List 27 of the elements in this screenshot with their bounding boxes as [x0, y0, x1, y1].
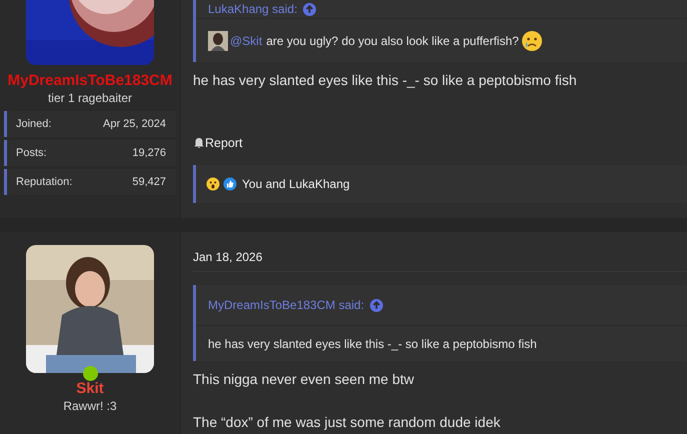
crying-face-icon [520, 30, 543, 52]
username[interactable]: Skit [76, 379, 104, 398]
user-title: Rawwr! :3 [63, 398, 117, 414]
reaction-summary-link[interactable]: You and LukaKhang [242, 174, 350, 193]
quote-author-link[interactable]: LukaKhang said: [208, 0, 298, 18]
post-text: he has very slanted eyes like this -_- so like a peptobismo fish [193, 71, 578, 90]
post-date[interactable]: Jan 18, 2026 [193, 248, 262, 266]
stat-label: Joined: [16, 116, 52, 132]
quote-text: are you ugly? do you also look like a pufferfish? [266, 32, 519, 50]
arrow-up-icon[interactable] [303, 2, 316, 16]
stat-value: 19,276 [132, 146, 166, 161]
bell-icon [193, 137, 205, 150]
stat-label: Reputation: [16, 174, 72, 190]
quote-text: he has very slanted eyes like this -_- so like a peptobismo fish [208, 336, 537, 352]
surprised-face-icon [206, 176, 220, 191]
arrow-up-icon[interactable] [370, 298, 384, 312]
user-title: tier 1 ragebaiter [48, 90, 132, 106]
username[interactable]: MyDreamIsToBe183CM [8, 71, 172, 90]
thumbs-up-icon [223, 176, 237, 191]
stat-value: Apr 25, 2024 [103, 116, 166, 132]
post-text: This nigga never even seen me btw [193, 370, 416, 389]
stat-value: 59,427 [132, 174, 166, 190]
post-text: The “dox” of me was just some random dude idek [193, 413, 502, 432]
report-button[interactable]: Report [193, 134, 243, 153]
stat-label: Posts: [16, 146, 47, 161]
quote-author-link[interactable]: MyDreamIsToBe183CM said: [208, 296, 364, 314]
mention-link[interactable]: @Skit [230, 32, 262, 50]
